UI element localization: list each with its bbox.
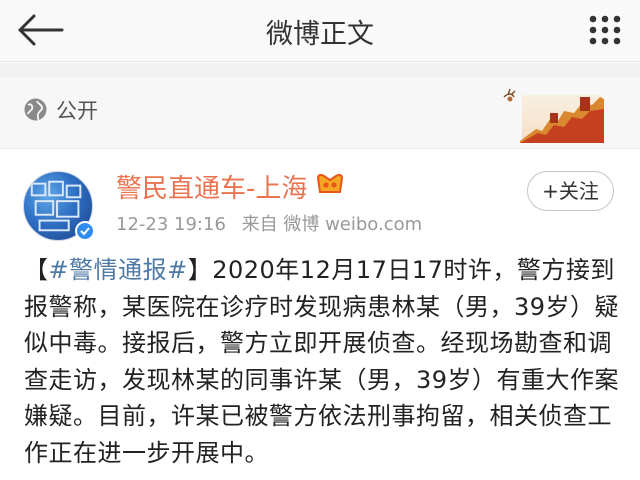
separator — [0, 63, 640, 77]
post-timestamp: 12-23 19:16 — [116, 214, 226, 235]
visibility-row: 公开 — [0, 77, 640, 149]
bracket-open: 【 — [24, 256, 49, 284]
author-name[interactable]: 警民直通车-上海 — [116, 168, 307, 205]
bracket-close: 】 — [187, 256, 213, 284]
post-meta: 12-23 19:16 来自 微博 weibo.com — [116, 210, 432, 236]
post-content: 2020年12月17日17时许，警方接到报警称，某医院在诊疗时发现病患林某（男，… — [24, 256, 620, 467]
visibility-label: 公开 — [56, 99, 98, 123]
hashtag-link[interactable]: #警情通报# — [49, 256, 188, 284]
great-wall-banner — [503, 88, 604, 143]
globe-icon — [24, 98, 47, 121]
verified-icon — [75, 221, 95, 241]
more-dots-icon — [589, 15, 621, 45]
vip-icon — [316, 173, 344, 193]
top-nav-bar: 微博正文 — [0, 0, 640, 62]
post-source: 来自 微博 weibo.com — [241, 214, 423, 235]
more-button[interactable] — [588, 14, 622, 46]
author-header: 警民直通车-上海 12-23 19:16 来自 微博 weibo.com +关注 — [0, 150, 640, 250]
follow-button[interactable]: +关注 — [527, 171, 614, 211]
post-text: 【#警情通报#】2020年12月17日17时许，警方接到报警称，某医院在诊疗时发… — [24, 252, 624, 471]
page-title: 微博正文 — [266, 19, 374, 50]
